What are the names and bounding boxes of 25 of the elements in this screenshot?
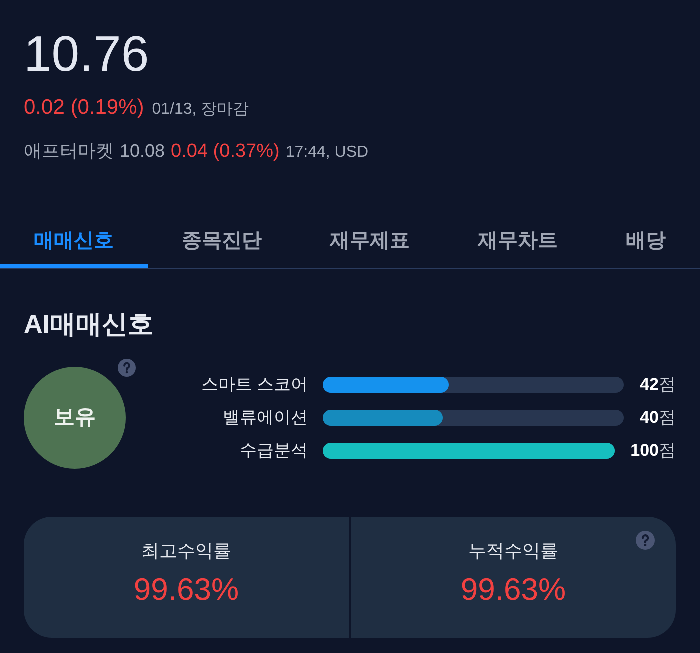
tab[interactable]: 종목진단	[148, 212, 296, 268]
score-label: 스마트 스코어	[200, 374, 308, 396]
return-value: 99.63%	[460, 570, 566, 608]
score-value: 100점	[630, 440, 676, 462]
price-change: 0.02 (0.19%)	[24, 95, 144, 121]
tab[interactable]: 재무제표	[296, 212, 444, 268]
help-icon[interactable]	[636, 530, 655, 550]
help-icon[interactable]	[118, 358, 136, 376]
after-market-time: 17:44, USD	[286, 143, 369, 163]
market-status: 01/13, 장마감	[152, 100, 250, 120]
return-value: 99.63%	[134, 570, 240, 608]
score-value: 40점	[640, 406, 676, 429]
after-market-change: 0.04 (0.37%)	[171, 140, 280, 164]
after-market-price: 10.08	[120, 140, 166, 163]
stock-price: 10.76	[24, 26, 150, 82]
score-label: 수급분석	[239, 440, 308, 462]
return-label: 최고수익률	[142, 540, 232, 562]
score-label: 밸류에이션	[222, 406, 308, 429]
after-market-label: 애프터마켓	[24, 140, 114, 163]
tab[interactable]: 매매신호	[0, 212, 148, 268]
score-value: 42점	[640, 374, 676, 396]
section-title: AI매매신호	[24, 308, 154, 340]
return-label: 누적수익률	[468, 540, 558, 562]
tab[interactable]: 재무차트	[444, 212, 592, 268]
tab[interactable]: 배당	[592, 212, 700, 268]
